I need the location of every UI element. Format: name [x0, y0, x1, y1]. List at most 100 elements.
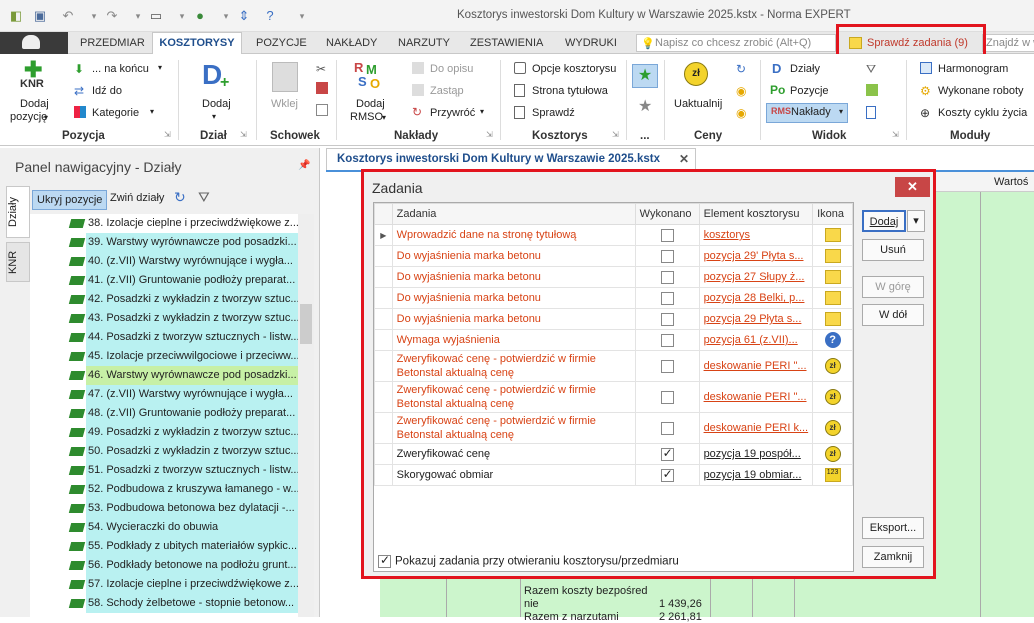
show-on-open-checkbox[interactable]	[378, 553, 391, 568]
tab-kosztorysy[interactable]: KOSZTORYSY	[152, 32, 242, 54]
element-link[interactable]: pozycja 29 Płyta s...	[698, 308, 814, 330]
view-resources-button[interactable]: RMS Nakłady ▾	[766, 103, 848, 123]
tab-narzuty[interactable]: NARZUTY	[398, 37, 450, 49]
task-text[interactable]: Zweryfikować cenę - potwierdzić w firmie…	[391, 381, 636, 413]
completed-works-button[interactable]: Wykonane roboty	[938, 85, 1024, 97]
task-text[interactable]: Zweryfikować cenę - potwierdzić w firmie…	[391, 350, 636, 382]
goto-button[interactable]: Idź do	[92, 85, 122, 97]
coin-icon[interactable]: ◉	[736, 84, 746, 98]
filter-icon[interactable]: ⛛	[198, 189, 210, 206]
done-checkbox[interactable]	[660, 446, 674, 461]
coin2-icon[interactable]: ◉	[736, 106, 746, 120]
done-checkbox[interactable]	[660, 228, 674, 242]
dropdown-icon[interactable]: ▾	[86, 8, 102, 24]
dropdown-icon[interactable]: ▾	[44, 113, 48, 122]
task-row[interactable]: Zweryfikować cenę - potwierdzić w firmie…	[374, 350, 853, 382]
update-prices-button[interactable]: Uaktualnij	[674, 98, 722, 110]
tab-wydruki[interactable]: WYDRUKI	[565, 37, 617, 49]
side-tab-dzialy[interactable]: Działy	[6, 186, 30, 238]
add-position-label2[interactable]: pozycję	[10, 111, 47, 123]
task-row[interactable]: Skorygować obmiar pozycja 19 obmiar... 123	[374, 464, 853, 486]
save-icon[interactable]: ▣	[32, 8, 48, 24]
done-checkbox[interactable]	[660, 390, 674, 404]
nav-section-item[interactable]: 49. Posadzki z wykładzin z tworzyw sztuc…	[30, 423, 298, 442]
title-page-button[interactable]: Strona tytułowa	[532, 85, 608, 97]
nav-section-item[interactable]: 58. Schody żelbetowe - stopnie betonow..…	[30, 594, 298, 613]
nav-section-item[interactable]: 48. (z.VII) Gruntowanie podłoży preparat…	[30, 404, 298, 423]
dropdown-icon[interactable]: ▾	[382, 113, 386, 122]
remove-task-button[interactable]: Usuń	[862, 239, 924, 261]
dropdown-icon[interactable]: ▾	[218, 8, 234, 24]
nav-section-item[interactable]: 44. Posadzki z tworzyw sztucznych - list…	[30, 328, 298, 347]
add-rmso-label2[interactable]: RMSO	[350, 111, 383, 123]
task-row[interactable]: Do wyjaśnienia marka betonu pozycja 29 Pł…	[374, 308, 853, 330]
restore-button[interactable]: Przywróć	[430, 107, 475, 119]
dialog-launcher-icon[interactable]: ⇲	[892, 130, 899, 139]
task-row[interactable]: Zweryfikować cenę - potwierdzić w firmie…	[374, 381, 853, 413]
dialog-launcher-icon[interactable]: ⇲	[164, 130, 171, 139]
star-green-icon[interactable]: ★	[632, 64, 658, 88]
to-description-button[interactable]: Do opisu	[430, 63, 473, 75]
col-element[interactable]: Element kosztorysu	[698, 203, 814, 225]
task-row[interactable]: Wymaga wyjaśnienia pozycja 61 (z.VII)...?	[374, 329, 853, 351]
done-checkbox[interactable]	[660, 467, 674, 482]
task-text[interactable]: Zweryfikować cenę - potwierdzić w firmie…	[391, 412, 636, 444]
view-positions-button[interactable]: Pozycje	[790, 85, 829, 97]
col-tasks[interactable]: Zadania	[391, 203, 636, 225]
nav-section-item[interactable]: 50. Posadzki z wykładzin z tworzyw sztuc…	[30, 442, 298, 461]
task-text[interactable]: Skorygować obmiar	[391, 464, 636, 486]
nav-section-item[interactable]: 53. Podbudowa betonowa bez dylatacji -..…	[30, 499, 298, 518]
categories-button[interactable]: Kategorie	[92, 107, 139, 119]
done-checkbox[interactable]	[660, 359, 674, 373]
move-down-button[interactable]: W dół	[862, 304, 924, 326]
task-text[interactable]: Wprowadzić dane na stronę tytułową	[391, 224, 636, 246]
add-task-button[interactable]: Dodaj	[862, 210, 906, 232]
add-rmso-icon[interactable]: R M S O	[354, 60, 386, 94]
nav-section-item[interactable]: 55. Podkłady z ubitych materiałów sypkic…	[30, 537, 298, 556]
nav-section-item[interactable]: 57. Izolacje cieplne i przeciwdźwiękowe …	[30, 575, 298, 594]
task-text[interactable]: Zweryfikować cenę	[391, 443, 636, 465]
add-position-icon[interactable]: ✚ KNR	[18, 59, 50, 94]
undo-icon[interactable]: ↶	[60, 8, 76, 24]
pin-icon[interactable]: ⇕	[236, 8, 252, 24]
dropdown-icon[interactable]: ▾	[174, 8, 190, 24]
element-link[interactable]: pozycja 61 (z.VII)...	[698, 329, 814, 351]
nav-section-item[interactable]: 38. Izolacje cieplne i przeciwdźwiękowe …	[30, 214, 298, 233]
nav-section-item[interactable]: 39. Warstwy wyrównawcze pod posadzki...	[30, 233, 298, 252]
dropdown-icon[interactable]: ▾	[130, 8, 146, 24]
window-icon[interactable]: ▭	[148, 8, 164, 24]
nav-scrollbar[interactable]	[298, 214, 314, 617]
show-on-open-option[interactable]: Pokazuj zadania przy otwieraniu kosztory…	[378, 553, 679, 568]
add-rmso-label[interactable]: Dodaj	[356, 98, 385, 110]
refresh-icon[interactable]: ↻	[174, 189, 186, 206]
dialog-launcher-icon[interactable]: ⇲	[486, 130, 493, 139]
task-row[interactable]: Zweryfikować cenę - potwierdzić w firmie…	[374, 412, 853, 444]
at-end-button[interactable]: ... na końcu	[92, 63, 149, 75]
nav-section-item[interactable]: 40. (z.VII) Warstwy wyrównujące i wygła.…	[30, 252, 298, 271]
pin-panel-icon[interactable]: 📌	[298, 160, 310, 171]
move-up-button[interactable]: W górę	[862, 276, 924, 298]
col-icon[interactable]: Ikona	[812, 203, 853, 225]
lifecycle-cost-button[interactable]: Koszty cyklu życia	[938, 107, 1027, 119]
tab-naklady[interactable]: NAKŁADY	[326, 37, 377, 49]
side-tab-knr[interactable]: KNR	[6, 242, 30, 282]
element-link[interactable]: pozycja 27 Słupy ż...	[698, 266, 814, 288]
estimate-options-button[interactable]: Opcje kosztorysu	[532, 63, 616, 75]
dialog-launcher-icon[interactable]: ⇲	[240, 130, 247, 139]
delete-icon[interactable]	[316, 82, 328, 94]
palette-icon[interactable]: ●	[192, 8, 208, 24]
nav-section-item[interactable]: 41. (z.VII) Gruntowanie podłoży preparat…	[30, 271, 298, 290]
tab-przedmiar[interactable]: PRZEDMIAR	[80, 37, 145, 49]
nav-section-item[interactable]: 42. Posadzki z wykładzin z tworzyw sztuc…	[30, 290, 298, 309]
tab-zestawienia[interactable]: ZESTAWIENIA	[470, 37, 543, 49]
nav-section-item[interactable]: 45. Izolacje przeciwwilgociowe i przeciw…	[30, 347, 298, 366]
nav-section-item[interactable]: 43. Posadzki z wykładzin z tworzyw sztuc…	[30, 309, 298, 328]
cut-icon[interactable]: ✂	[316, 62, 326, 76]
copy-icon[interactable]	[316, 104, 328, 116]
dialog-launcher-icon[interactable]: ⇲	[612, 130, 619, 139]
task-text[interactable]: Wymaga wyjaśnienia	[391, 329, 636, 351]
element-link[interactable]: pozycja 19 pospół...	[698, 443, 814, 465]
nav-section-item[interactable]: 47. (z.VII) Warstwy wyrównujące i wygła.…	[30, 385, 298, 404]
dropdown-icon[interactable]: ▾	[480, 107, 484, 116]
element-link[interactable]: deskowanie PERI "...	[698, 350, 814, 382]
